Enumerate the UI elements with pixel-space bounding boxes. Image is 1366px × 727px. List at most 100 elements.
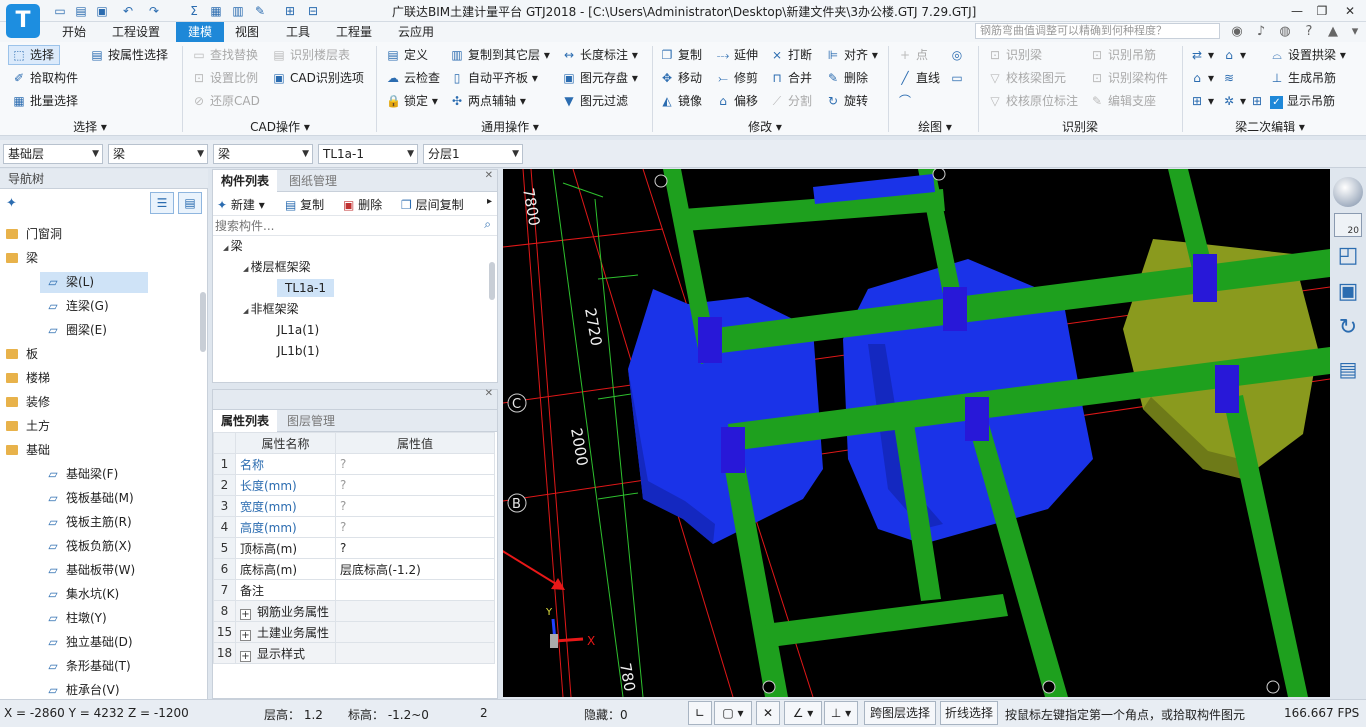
property-row[interactable]: 7 备注	[213, 579, 495, 601]
copy-button[interactable]: ❐ 复制	[660, 45, 702, 65]
select-by-property-button[interactable]: ▤ 按属性选择	[90, 45, 168, 65]
cross-layer-select-button[interactable]: 跨图层选择	[864, 701, 936, 725]
sidebar-item[interactable]: ▱ 基础梁(F)	[0, 462, 200, 486]
grid-view-icon[interactable]: ▤	[178, 192, 202, 214]
sidebar-item[interactable]: ▱ 圈梁(E)	[0, 318, 200, 342]
tree-item[interactable]: JL1a(1)	[213, 320, 497, 341]
edit-support-button[interactable]: ✎ 编辑支座	[1090, 91, 1156, 111]
property-row[interactable]: 1 名称?	[213, 453, 495, 475]
property-value[interactable]: 层底标高(-1.2)	[335, 558, 495, 580]
line-button[interactable]: ╱ 直线	[898, 68, 940, 88]
batch-select-button[interactable]: ▦ 批量选择	[12, 91, 78, 111]
sidebar-item[interactable]: 装修	[0, 390, 200, 414]
layers-icon[interactable]: ▤	[1334, 357, 1362, 385]
help-search-input[interactable]: 钢筋弯曲值调整可以精确到何种程度？	[975, 23, 1220, 39]
sidebar-item[interactable]: ▱ 柱墩(Y)	[0, 606, 200, 630]
minimize-icon[interactable]: —	[1285, 2, 1309, 20]
recognize-hanger-button[interactable]: ⊡ 识别吊筋	[1090, 45, 1156, 65]
tab-modeling[interactable]: 建模	[176, 22, 225, 42]
floor-select[interactable]: 基础层 ▼	[3, 144, 103, 164]
beam-tool-g[interactable]: ⊞	[1250, 91, 1268, 111]
view-cube-icon[interactable]	[1333, 177, 1363, 207]
cad-options-button[interactable]: ▣ CAD识别选项	[272, 68, 364, 88]
property-value[interactable]: ?	[335, 516, 495, 538]
tab-layer-manager[interactable]: 图层管理	[279, 410, 343, 432]
component-select[interactable]: TL1a-1 ▼	[318, 144, 418, 164]
snap-icon[interactable]: ▢ ▾	[714, 701, 752, 725]
list-view-icon[interactable]: ☰	[150, 192, 174, 214]
sidebar-item[interactable]: ▱ 基础板带(W)	[0, 558, 200, 582]
component-search-input[interactable]	[213, 216, 483, 235]
cross-icon[interactable]: ✕	[756, 701, 780, 725]
tree-item[interactable]: ◢ 楼层框架梁	[213, 257, 497, 278]
sidebar-item[interactable]: 楼梯	[0, 366, 200, 390]
property-row[interactable]: 3 宽度(mm)?	[213, 495, 495, 517]
extend-button[interactable]: ⤏ 延伸	[716, 45, 758, 65]
break-button[interactable]: ⨯ 打断	[770, 45, 812, 65]
property-row[interactable]: 4 高度(mm)?	[213, 516, 495, 538]
settings-icon[interactable]: ▾	[1346, 23, 1364, 41]
tab-property-list[interactable]: 属性列表	[213, 410, 278, 432]
beam-tool-a[interactable]: ⇄ ▾	[1190, 45, 1214, 65]
property-value[interactable]	[335, 621, 495, 643]
interfloor-copy-button[interactable]: ❐ 层间复制	[401, 196, 464, 213]
check-beam-button[interactable]: ▽ 校核梁图元	[988, 68, 1066, 88]
open-icon[interactable]: ▤	[73, 3, 89, 19]
ortho-icon[interactable]: ∟	[688, 701, 712, 725]
undo-icon[interactable]: ↶	[120, 3, 136, 19]
sidebar-item[interactable]: ▱ 连梁(G)	[0, 294, 200, 318]
beam-tool-b[interactable]: ⌂ ▾	[1222, 45, 1246, 65]
tree-item[interactable]: JL1b(1)	[213, 341, 497, 362]
find-replace-button[interactable]: ▭ 查找替换	[192, 45, 258, 65]
cloud-check-button[interactable]: ☁ 云检查	[386, 68, 440, 88]
circle-button[interactable]: ◎	[950, 45, 968, 65]
group-label-cad[interactable]: CAD操作 ▾	[240, 118, 320, 134]
recognize-beam-button[interactable]: ⊡ 识别梁	[988, 45, 1042, 65]
sidebar-item[interactable]: 门窗洞	[0, 222, 200, 246]
point-button[interactable]: + 点	[898, 45, 928, 65]
sidebar-item[interactable]: ▱ 筏板主筋(R)	[0, 510, 200, 534]
layer-select[interactable]: 分层1 ▼	[423, 144, 523, 164]
restore-cad-button[interactable]: ⊘ 还原CAD	[192, 91, 260, 111]
set-arch-beam-button[interactable]: ⌓ 设置拱梁 ▾	[1270, 45, 1346, 65]
save-elements-button[interactable]: ▣ 图元存盘 ▾	[562, 68, 638, 88]
set-scale-button[interactable]: ⊡ 设置比例	[192, 68, 258, 88]
two-point-axis-button[interactable]: ✣ 两点辅轴 ▾	[450, 91, 526, 111]
bell-icon[interactable]: ♪	[1252, 23, 1270, 41]
rect-button[interactable]: ▭	[950, 68, 968, 88]
redo-icon[interactable]: ↷	[146, 3, 162, 19]
move-button[interactable]: ✥ 移动	[660, 68, 702, 88]
beam-tool-d[interactable]: ≋	[1222, 68, 1240, 88]
beam-tool-f[interactable]: ✲ ▾	[1222, 91, 1246, 111]
pick-component-button[interactable]: ✐ 拾取构件	[12, 68, 78, 88]
sidebar-item[interactable]: 梁	[0, 246, 200, 270]
more-icon[interactable]: ▸	[487, 196, 492, 207]
auto-flush-slab-button[interactable]: ▯ 自动平齐板 ▾	[450, 68, 538, 88]
align-button[interactable]: ⊫ 对齐 ▾	[826, 45, 878, 65]
property-row[interactable]: 18 + 显示样式	[213, 642, 495, 664]
category-select[interactable]: 梁 ▼	[108, 144, 208, 164]
sidebar-item[interactable]: ▱ 集水坑(K)	[0, 582, 200, 606]
restore-icon[interactable]: ❐	[1310, 2, 1334, 20]
property-row[interactable]: 8 + 钢筋业务属性	[213, 600, 495, 622]
delete-button[interactable]: ✎ 删除	[826, 68, 868, 88]
beam-tool-c[interactable]: ⌂ ▾	[1190, 68, 1214, 88]
check-annotation-button[interactable]: ▽ 校核原位标注	[988, 91, 1078, 111]
group-label-beam-edit[interactable]: 梁二次编辑 ▾	[1225, 118, 1315, 134]
chat-icon[interactable]: ◍	[1276, 23, 1294, 41]
select-button[interactable]: ⬚ 选择	[12, 45, 54, 65]
copy-to-other-floor-button[interactable]: ▥ 复制到其它层 ▾	[450, 45, 550, 65]
group-label-draw[interactable]: 绘图 ▾	[905, 118, 965, 134]
expand-icon[interactable]: ◢	[243, 265, 251, 273]
group-label-general[interactable]: 通用操作 ▾	[470, 118, 550, 134]
rotate-view-icon[interactable]: ↻	[1334, 315, 1362, 343]
expand-icon[interactable]: ◢	[223, 244, 231, 252]
property-row[interactable]: 5 顶标高(m)?	[213, 537, 495, 559]
3d-viewport[interactable]: C B B 7800 2720 2000 780 X Y	[503, 169, 1330, 697]
offset-button[interactable]: ⌂ 偏移	[716, 91, 758, 111]
polyline-select-button[interactable]: 折线选择	[940, 701, 998, 725]
property-value[interactable]	[335, 579, 495, 601]
define-button[interactable]: ▤ 定义	[386, 45, 428, 65]
tab-quantity[interactable]: 工程量	[330, 22, 378, 42]
tab-view[interactable]: 视图	[229, 22, 265, 42]
